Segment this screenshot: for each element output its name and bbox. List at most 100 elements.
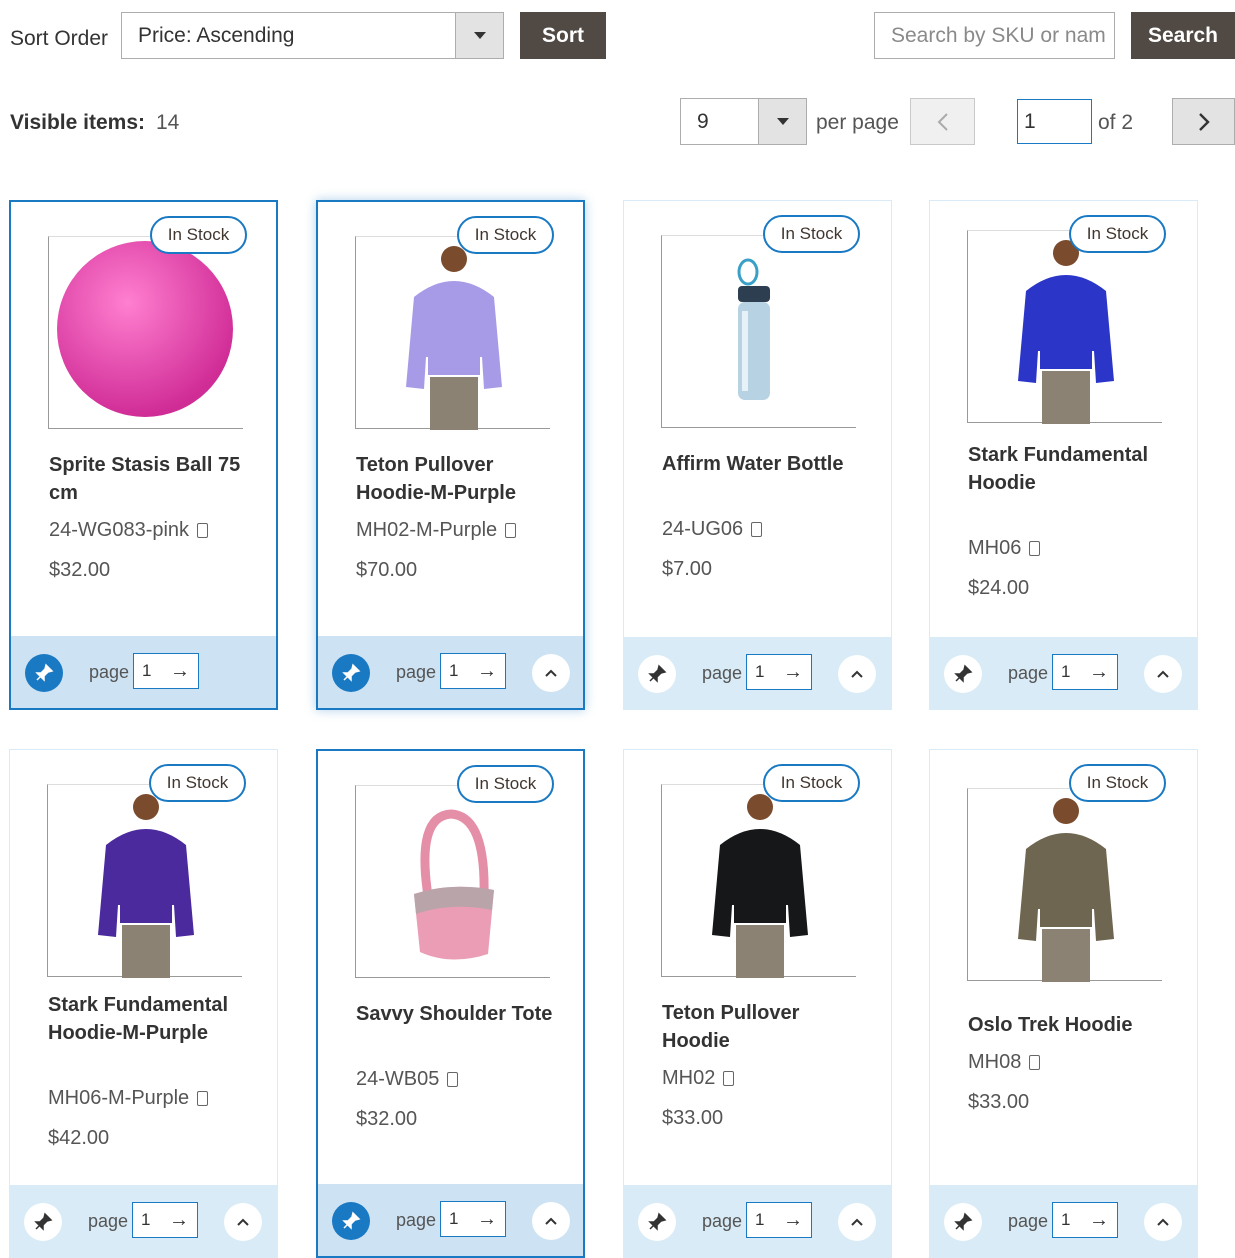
chevron-up-icon: [851, 670, 863, 678]
move-up-button[interactable]: [532, 654, 570, 692]
pin-button[interactable]: [332, 1202, 370, 1240]
arrow-right-icon[interactable]: →: [477, 1208, 497, 1231]
per-page-select[interactable]: 9: [680, 98, 807, 145]
product-card[interactable]: In Stock Sprite Stasis Ball 75 cm 24-WG0…: [9, 200, 278, 710]
product-sku: MH06: [968, 537, 1041, 560]
pink-ball-image: [48, 236, 243, 429]
copy-icon[interactable]: [1029, 1055, 1041, 1070]
move-up-button[interactable]: [224, 1203, 262, 1241]
purple-hoodie-image: [355, 236, 550, 430]
product-name[interactable]: Stark Fundamental Hoodie-M-Purple: [48, 991, 248, 1047]
sku-text: MH02-M-Purple: [356, 519, 498, 541]
stock-badge: In Stock: [457, 765, 554, 803]
product-name[interactable]: Affirm Water Bottle: [662, 450, 862, 478]
page-position-input[interactable]: 1 →: [132, 1202, 198, 1238]
search-input[interactable]: Search by SKU or nam: [874, 12, 1115, 59]
water-bottle-image: [661, 235, 856, 428]
move-up-button[interactable]: [1144, 655, 1182, 693]
pin-button[interactable]: [638, 1203, 676, 1241]
sku-text: 24-UG06: [662, 518, 744, 540]
stock-badge: In Stock: [763, 215, 860, 253]
arrow-right-icon[interactable]: →: [1089, 661, 1109, 684]
search-button[interactable]: Search: [1131, 12, 1235, 59]
next-page-button[interactable]: [1172, 98, 1235, 145]
previous-page-button[interactable]: [910, 98, 975, 145]
page-position-input[interactable]: 1 →: [133, 653, 199, 689]
pin-icon: [342, 663, 361, 682]
page-number-input[interactable]: 1: [1017, 99, 1092, 144]
arrow-right-icon[interactable]: →: [169, 1209, 189, 1232]
copy-icon[interactable]: [751, 522, 763, 537]
product-name[interactable]: Savvy Shoulder Tote: [356, 1000, 556, 1028]
pin-button[interactable]: [25, 654, 63, 692]
product-card[interactable]: In Stock Savvy Shoulder Tote 24-WB05 $32…: [316, 749, 585, 1258]
page-position-input[interactable]: 1 →: [440, 1201, 506, 1237]
product-card[interactable]: In Stock Affirm Water Bottle 24-UG06 $7.…: [623, 200, 892, 710]
move-up-button[interactable]: [838, 655, 876, 693]
chevron-up-icon: [545, 1217, 557, 1225]
copy-icon[interactable]: [197, 1091, 209, 1106]
move-up-button[interactable]: [532, 1202, 570, 1240]
page-position-input[interactable]: 1 →: [1052, 1202, 1118, 1238]
page-position-input[interactable]: 1 →: [746, 1202, 812, 1238]
product-name[interactable]: Sprite Stasis Ball 75 cm: [49, 451, 249, 507]
product-card[interactable]: In Stock Teton Pullover Hoodie MH02 $33.…: [623, 749, 892, 1258]
arrow-right-icon[interactable]: →: [783, 1209, 803, 1232]
product-name[interactable]: Oslo Trek Hoodie: [968, 1011, 1168, 1039]
arrow-right-icon[interactable]: →: [477, 660, 497, 683]
page-position-input[interactable]: 1 →: [440, 653, 506, 689]
sort-button[interactable]: Sort: [520, 12, 606, 59]
arrow-right-icon[interactable]: →: [783, 661, 803, 684]
per-page-label: per page: [816, 111, 899, 134]
product-name[interactable]: Teton Pullover Hoodie-M-Purple: [356, 451, 556, 507]
page-position-input[interactable]: 1 →: [746, 654, 812, 690]
product-card[interactable]: In Stock Stark Fundamental Hoodie-M-Purp…: [9, 749, 278, 1258]
product-card[interactable]: In Stock Teton Pullover Hoodie-M-Purple …: [316, 200, 585, 710]
page-position-value: 1: [449, 1209, 459, 1228]
sort-order-label: Sort Order: [10, 27, 109, 50]
product-sku: MH06-M-Purple: [48, 1087, 209, 1110]
page-position-value: 1: [141, 1210, 151, 1229]
pin-icon: [34, 1212, 53, 1231]
page-label: page: [702, 1211, 743, 1231]
copy-icon[interactable]: [505, 523, 517, 538]
sku-text: MH06-M-Purple: [48, 1087, 190, 1109]
product-card[interactable]: In Stock Stark Fundamental Hoodie MH06 $…: [929, 200, 1198, 710]
pin-button[interactable]: [638, 655, 676, 693]
sku-text: 24-WG083-pink: [49, 519, 190, 541]
arrow-right-icon[interactable]: →: [170, 660, 190, 683]
arrow-right-icon[interactable]: →: [1089, 1209, 1109, 1232]
sku-text: MH08: [968, 1051, 1022, 1073]
product-name[interactable]: Teton Pullover Hoodie: [662, 999, 862, 1055]
product-sku: MH02-M-Purple: [356, 519, 517, 542]
move-up-button[interactable]: [1144, 1203, 1182, 1241]
copy-icon[interactable]: [723, 1071, 735, 1086]
product-price: $32.00: [356, 1108, 418, 1130]
page-position-value: 1: [142, 661, 152, 680]
page-position-input[interactable]: 1 →: [1052, 654, 1118, 690]
stock-badge: In Stock: [1069, 215, 1166, 253]
copy-icon[interactable]: [1029, 541, 1041, 556]
copy-icon[interactable]: [197, 523, 209, 538]
stock-badge: In Stock: [1069, 764, 1166, 802]
page-label: page: [88, 1211, 129, 1231]
black-hoodie-image: [661, 784, 856, 978]
pin-button[interactable]: [332, 654, 370, 692]
sku-text: MH06: [968, 537, 1022, 559]
pin-icon: [342, 1211, 361, 1230]
pin-icon: [648, 664, 667, 683]
card-footer: page 1 →: [624, 1185, 891, 1257]
move-up-button[interactable]: [838, 1203, 876, 1241]
product-name[interactable]: Stark Fundamental Hoodie: [968, 441, 1168, 497]
pin-button[interactable]: [24, 1203, 62, 1241]
product-card[interactable]: In Stock Oslo Trek Hoodie MH08 $33.00 pa…: [929, 749, 1198, 1258]
pin-icon: [954, 1212, 973, 1231]
pin-button[interactable]: [944, 655, 982, 693]
page-label: page: [396, 1210, 437, 1230]
chevron-down-icon[interactable]: [758, 99, 806, 144]
product-price: $33.00: [968, 1091, 1030, 1113]
pin-button[interactable]: [944, 1203, 982, 1241]
sort-order-select[interactable]: Price: Ascending: [121, 12, 504, 59]
chevron-down-icon[interactable]: [455, 13, 503, 58]
copy-icon[interactable]: [447, 1072, 459, 1087]
